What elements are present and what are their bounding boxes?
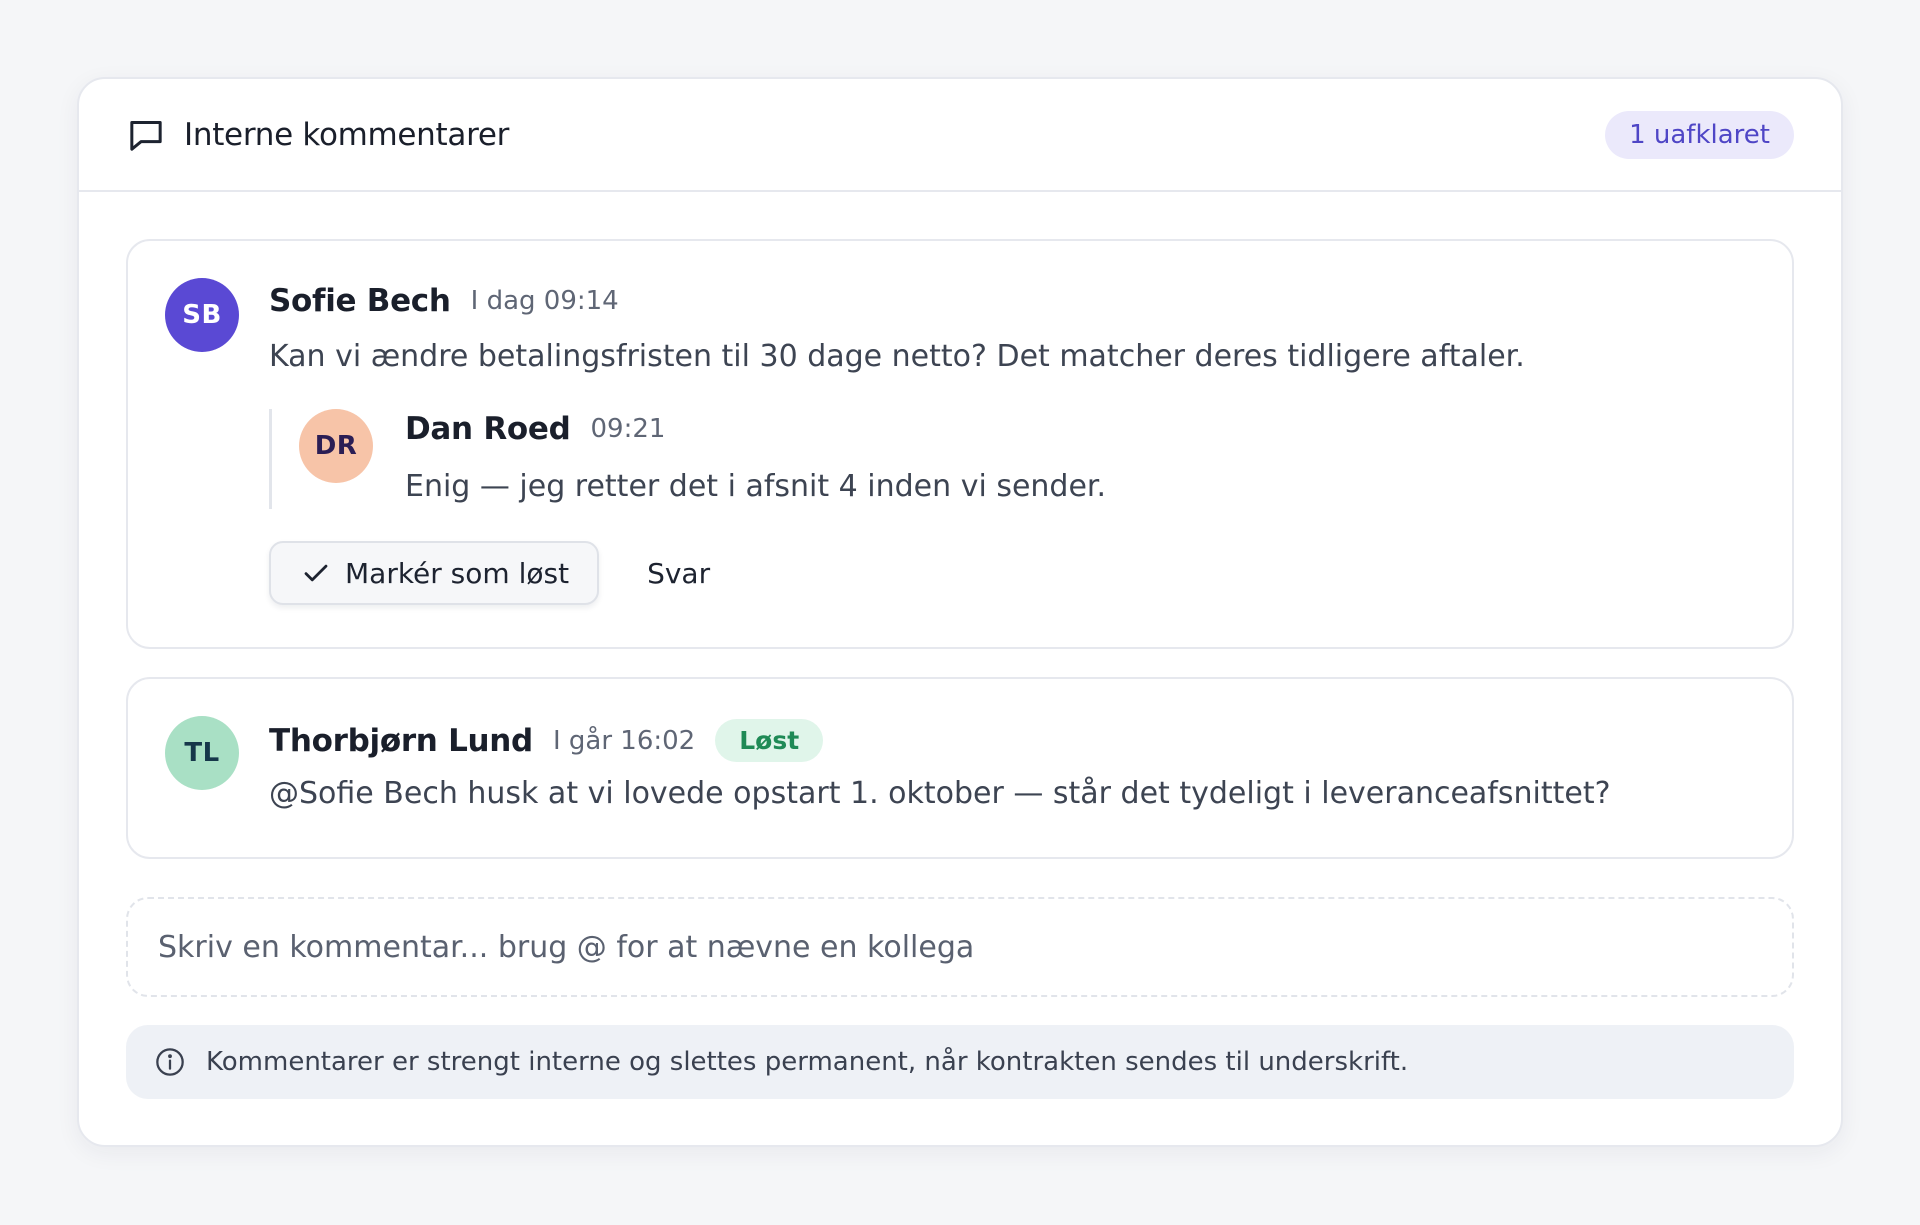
resolved-status-badge: Løst <box>715 719 824 762</box>
comment-text: Kan vi ændre betalingsfristen til 30 dag… <box>269 339 1525 374</box>
panel-title: Interne kommentarer <box>184 116 510 153</box>
comment-time: I går 16:02 <box>552 725 696 756</box>
reply-thread: DR Dan Roed 09:21 Enig — jeg retter det … <box>269 409 1169 509</box>
reply-item: DR Dan Roed 09:21 Enig — jeg retter det … <box>299 409 1159 509</box>
internal-comments-panel: Interne kommentarer 1 uafklaret SB Sofie… <box>77 77 1843 1147</box>
comment-input[interactable] <box>156 928 1764 966</box>
comment-author: Sofie Bech <box>269 283 451 319</box>
comment-composer <box>126 897 1794 997</box>
avatar: DR <box>299 409 373 483</box>
comment-author: Thorbjørn Lund <box>269 722 533 759</box>
info-icon <box>156 1048 184 1076</box>
check-icon <box>304 564 328 582</box>
comment-actions: Markér som løst Svar <box>269 541 710 605</box>
avatar: TL <box>165 716 239 790</box>
avatar: SB <box>165 278 239 352</box>
mark-resolved-label: Markér som løst <box>345 556 570 590</box>
reply-button[interactable]: Svar <box>647 557 710 590</box>
comment-thread: SB Sofie Bech I dag 09:14 Kan vi ændre b… <box>126 239 1794 649</box>
unresolved-count-badge: 1 uafklaret <box>1605 110 1794 159</box>
comment-meta: Thorbjørn Lund I går 16:02 Løst <box>269 719 824 762</box>
comments-body: SB Sofie Bech I dag 09:14 Kan vi ændre b… <box>79 192 1841 1099</box>
comment-text: @Sofie Bech husk at vi lovede opstart 1.… <box>269 776 1611 811</box>
reply-text: Enig — jeg retter det i afsnit 4 inden v… <box>405 469 1107 504</box>
message-square-icon <box>130 120 162 151</box>
mark-resolved-button[interactable]: Markér som løst <box>269 541 600 605</box>
comment-meta: Sofie Bech I dag 09:14 <box>269 283 619 319</box>
reply-author: Dan Roed <box>405 411 571 447</box>
panel-title-group: Interne kommentarer <box>126 115 509 155</box>
notice-text: Kommentarer er strengt interne og slette… <box>206 1047 1409 1077</box>
panel-header: Interne kommentarer 1 uafklaret <box>79 79 1841 192</box>
comment-thread: TL Thorbjørn Lund I går 16:02 Løst @Sofi… <box>126 677 1794 859</box>
reply-meta: Dan Roed 09:21 <box>405 411 665 447</box>
internal-notice: Kommentarer er strengt interne og slette… <box>126 1025 1794 1099</box>
reply-time: 09:21 <box>590 414 666 444</box>
comment-time: I dag 09:14 <box>470 286 619 316</box>
